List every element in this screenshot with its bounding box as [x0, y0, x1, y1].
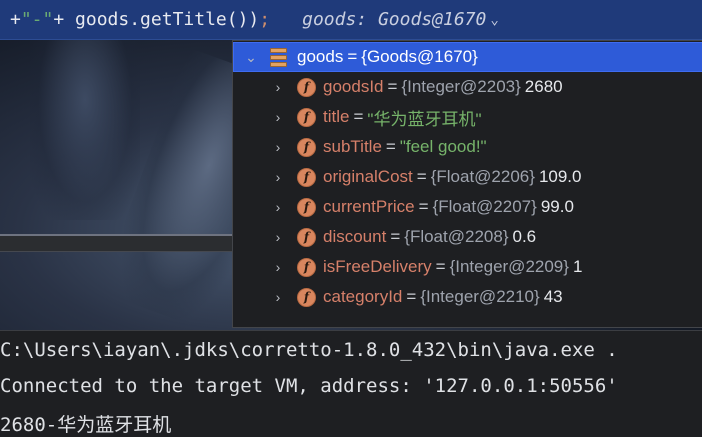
field-type-ref: {Integer@2203} [401, 77, 521, 96]
equals-sign: = [353, 107, 364, 126]
field-icon: f [297, 287, 316, 307]
field-icon: f [297, 197, 316, 217]
expand-chevron-icon[interactable]: › [271, 79, 285, 95]
variable-tree-root-goods[interactable]: ⌄ goods = {Goods@1670} [233, 42, 702, 72]
expand-chevron-icon[interactable]: › [271, 169, 285, 185]
inline-debug-value[interactable]: goods: Goods@1670 [302, 9, 486, 30]
console-line-command: C:\Users\iayan\.jdks\corretto-1.8.0_432\… [0, 339, 618, 361]
field-row-goodsId[interactable]: › f goodsId = {Integer@2203} 2680 [233, 72, 702, 102]
collapse-chevron-icon[interactable]: ⌄ [244, 49, 258, 66]
equals-sign: = [385, 137, 396, 156]
field-row-currentPrice[interactable]: › f currentPrice = {Float@2207} 99.0 [233, 192, 702, 222]
field-value: 1 [572, 257, 583, 276]
equals-sign: = [390, 227, 401, 246]
code-method-call: + goods.getTitle()) [53, 9, 260, 30]
field-name: currentPrice [323, 197, 415, 216]
equals-sign: = [387, 77, 398, 96]
inline-value-chevron-icon[interactable]: ⌄ [490, 12, 498, 28]
field-icon: f [297, 137, 316, 157]
equals-sign: = [406, 287, 417, 306]
field-row-subTitle[interactable]: › f subTitle = "feel good!" [233, 132, 702, 162]
field-name: isFreeDelivery [323, 257, 432, 276]
field-name: categoryId [323, 287, 403, 306]
field-icon: f [297, 167, 316, 187]
field-value: "华为蓝牙耳机" [367, 109, 482, 129]
expand-chevron-icon[interactable]: › [271, 109, 285, 125]
field-row-title[interactable]: › f title = "华为蓝牙耳机" [233, 102, 702, 132]
variable-name: goods [297, 47, 344, 66]
variable-value: {Goods@1670} [361, 47, 478, 66]
field-name: goodsId [323, 77, 384, 96]
field-value: 99.0 [540, 197, 574, 216]
field-row-isFreeDelivery[interactable]: › f isFreeDelivery = {Integer@2209} 1 [233, 252, 702, 282]
equals-sign: = [418, 197, 429, 216]
field-type-ref: {Integer@2210} [420, 287, 540, 306]
code-string-literal: "-" [20, 9, 54, 30]
expand-chevron-icon[interactable]: › [271, 289, 285, 305]
field-icon: f [297, 227, 316, 247]
editor-divider [0, 234, 232, 252]
field-type-ref: {Float@2206} [430, 167, 535, 186]
field-row-categoryId[interactable]: › f categoryId = {Integer@2210} 43 [233, 282, 702, 312]
field-type-ref: {Float@2208} [404, 227, 509, 246]
field-type-ref: {Float@2207} [432, 197, 537, 216]
field-name: title [323, 107, 350, 126]
equals-sign: = [347, 47, 358, 66]
field-value: 2680 [524, 77, 563, 96]
field-icon: f [297, 107, 316, 127]
expand-chevron-icon[interactable]: › [271, 229, 285, 245]
equals-sign: = [416, 167, 427, 186]
object-icon [270, 47, 287, 67]
field-row-discount[interactable]: › f discount = {Float@2208} 0.6 [233, 222, 702, 252]
field-type-ref: {Integer@2209} [449, 257, 569, 276]
console-output[interactable]: C:\Users\iayan\.jdks\corretto-1.8.0_432\… [0, 330, 702, 436]
code-plus-operator: + [10, 9, 21, 30]
expand-chevron-icon[interactable]: › [271, 199, 285, 215]
console-line-connected: Connected to the target VM, address: '12… [0, 375, 618, 397]
expand-chevron-icon[interactable]: › [271, 259, 285, 275]
equals-sign: = [435, 257, 446, 276]
field-name: subTitle [323, 137, 382, 156]
current-execution-line[interactable]: + "-" + goods.getTitle()) ; goods: Goods… [0, 0, 702, 40]
field-name: originalCost [323, 167, 413, 186]
editor-background-art [30, 20, 140, 220]
expand-chevron-icon[interactable]: › [271, 139, 285, 155]
field-row-originalCost[interactable]: › f originalCost = {Float@2206} 109.0 [233, 162, 702, 192]
console-line-output: 2680-华为蓝牙耳机 [0, 414, 172, 436]
code-semicolon: ; [259, 9, 271, 30]
field-value: 0.6 [512, 227, 537, 246]
field-icon: f [297, 257, 316, 277]
field-name: discount [323, 227, 387, 246]
field-value: 43 [543, 287, 563, 306]
field-icon: f [297, 77, 316, 97]
debug-value-popup[interactable]: ⌄ goods = {Goods@1670} › f goodsId = {Intege… [232, 40, 702, 328]
field-value: 109.0 [538, 167, 582, 186]
field-value: "feel good!" [399, 137, 487, 156]
